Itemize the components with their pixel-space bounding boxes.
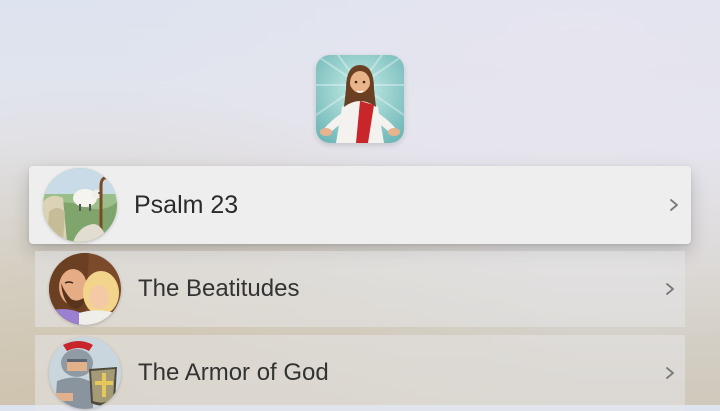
list-item-label: Psalm 23 bbox=[134, 190, 239, 219]
list-item-the-beatitudes[interactable]: The Beatitudes bbox=[35, 251, 685, 327]
jesus-embracing-child-thumbnail bbox=[49, 253, 121, 325]
list-item-psalm-23[interactable]: Psalm 23 bbox=[29, 166, 691, 244]
story-list: Psalm 23 The Beatitudes The Armor of God bbox=[0, 0, 720, 411]
chevron-right-icon bbox=[670, 199, 678, 211]
shepherd-with-lamb-thumbnail bbox=[43, 168, 117, 242]
list-item-label: The Beatitudes bbox=[138, 275, 300, 302]
armored-soldier-thumbnail bbox=[49, 337, 121, 409]
chevron-right-icon bbox=[666, 367, 674, 379]
chevron-right-icon bbox=[666, 283, 674, 295]
list-item-the-armor-of-god[interactable]: The Armor of God bbox=[35, 335, 685, 411]
list-item-label: The Armor of God bbox=[138, 359, 329, 386]
